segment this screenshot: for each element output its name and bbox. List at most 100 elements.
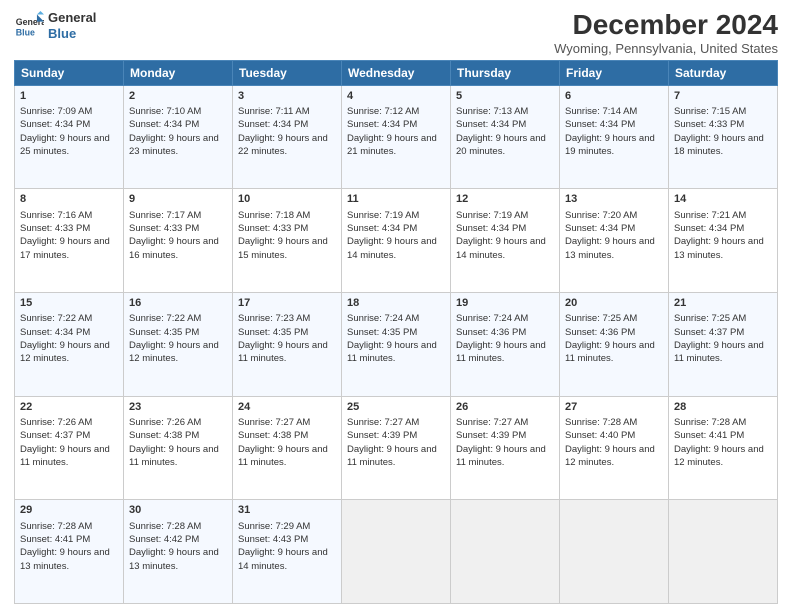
calendar-cell [560,500,669,604]
daylight: Daylight: 9 hours and 12 minutes. [129,340,219,364]
sunset: Sunset: 4:39 PM [456,430,526,441]
sunrise: Sunrise: 7:26 AM [20,417,92,428]
daylight: Daylight: 9 hours and 12 minutes. [674,444,764,468]
sunset: Sunset: 4:35 PM [129,327,199,338]
sunrise: Sunrise: 7:09 AM [20,106,92,117]
calendar-cell: 13Sunrise: 7:20 AMSunset: 4:34 PMDayligh… [560,189,669,293]
sunset: Sunset: 4:34 PM [129,119,199,130]
sunrise: Sunrise: 7:27 AM [238,417,310,428]
day-number: 20 [565,296,663,311]
day-number: 7 [674,89,772,104]
sunset: Sunset: 4:34 PM [565,119,635,130]
day-number: 27 [565,400,663,415]
main-title: December 2024 [554,10,778,41]
sunrise: Sunrise: 7:25 AM [674,313,746,324]
daylight: Daylight: 9 hours and 13 minutes. [565,236,655,260]
day-number: 26 [456,400,554,415]
day-number: 18 [347,296,445,311]
sunset: Sunset: 4:33 PM [674,119,744,130]
calendar-cell: 6 Sunrise: 7:14 AM Sunset: 4:34 PM Daylight… [560,85,669,189]
day-number: 13 [565,192,663,207]
sunset: Sunset: 4:36 PM [456,327,526,338]
calendar-cell: 23Sunrise: 7:26 AMSunset: 4:38 PMDayligh… [124,396,233,500]
sunrise: Sunrise: 7:10 AM [129,106,201,117]
logo-text-general: General [48,10,96,26]
day-number: 3 [238,89,336,104]
day-number: 6 [565,89,663,104]
daylight: Daylight: 9 hours and 15 minutes. [238,236,328,260]
sunrise: Sunrise: 7:29 AM [238,521,310,532]
sunrise: Sunrise: 7:22 AM [129,313,201,324]
daylight: Daylight: 9 hours and 25 minutes. [20,133,110,157]
sunrise: Sunrise: 7:28 AM [129,521,201,532]
day-number: 1 [20,89,118,104]
calendar-cell: 16Sunrise: 7:22 AMSunset: 4:35 PMDayligh… [124,293,233,397]
daylight: Daylight: 9 hours and 13 minutes. [20,547,110,571]
sunrise: Sunrise: 7:11 AM [238,106,310,117]
day-number: 8 [20,192,118,207]
sunrise: Sunrise: 7:24 AM [456,313,528,324]
daylight: Daylight: 9 hours and 17 minutes. [20,236,110,260]
daylight: Daylight: 9 hours and 14 minutes. [347,236,437,260]
sunset: Sunset: 4:35 PM [238,327,308,338]
calendar-cell: 29Sunrise: 7:28 AMSunset: 4:41 PMDayligh… [15,500,124,604]
sunrise: Sunrise: 7:23 AM [238,313,310,324]
daylight: Daylight: 9 hours and 21 minutes. [347,133,437,157]
sunset: Sunset: 4:34 PM [456,223,526,234]
calendar-cell: 14Sunrise: 7:21 AMSunset: 4:34 PMDayligh… [669,189,778,293]
calendar-cell: 31Sunrise: 7:29 AMSunset: 4:43 PMDayligh… [233,500,342,604]
sunset: Sunset: 4:36 PM [565,327,635,338]
header-monday: Monday [124,60,233,85]
header-saturday: Saturday [669,60,778,85]
sunrise: Sunrise: 7:27 AM [347,417,419,428]
day-number: 30 [129,503,227,518]
calendar-cell: 22Sunrise: 7:26 AMSunset: 4:37 PMDayligh… [15,396,124,500]
calendar-cell [342,500,451,604]
calendar-cell: 24Sunrise: 7:27 AMSunset: 4:38 PMDayligh… [233,396,342,500]
daylight: Daylight: 9 hours and 14 minutes. [238,547,328,571]
day-number: 23 [129,400,227,415]
calendar-cell: 5Sunrise: 7:13 AMSunset: 4:34 PMDaylight… [451,85,560,189]
calendar-cell: 8Sunrise: 7:16 AMSunset: 4:33 PMDaylight… [15,189,124,293]
daylight: Daylight: 9 hours and 23 minutes. [129,133,219,157]
daylight: Daylight: 9 hours and 11 minutes. [347,444,437,468]
day-number: 5 [456,89,554,104]
header-thursday: Thursday [451,60,560,85]
day-number: 9 [129,192,227,207]
calendar-week-row-3: 15Sunrise: 7:22 AMSunset: 4:34 PMDayligh… [15,293,778,397]
daylight: Daylight: 9 hours and 14 minutes. [456,236,546,260]
sunset: Sunset: 4:37 PM [20,430,90,441]
day-number: 24 [238,400,336,415]
calendar-week-row-5: 29Sunrise: 7:28 AMSunset: 4:41 PMDayligh… [15,500,778,604]
sunrise: Sunrise: 7:28 AM [674,417,746,428]
header-tuesday: Tuesday [233,60,342,85]
calendar-cell: 27Sunrise: 7:28 AMSunset: 4:40 PMDayligh… [560,396,669,500]
calendar-cell [669,500,778,604]
calendar-cell: 2Sunrise: 7:10 AMSunset: 4:34 PMDaylight… [124,85,233,189]
sunset: Sunset: 4:37 PM [674,327,744,338]
calendar-cell: 20 Sunrise: 7:25 AM Sunset: 4:36 PM Dayligh… [560,293,669,397]
sunrise: Sunrise: 7:17 AM [129,210,201,221]
calendar-cell: 1Sunrise: 7:09 AMSunset: 4:34 PMDaylight… [15,85,124,189]
header-sunday: Sunday [15,60,124,85]
logo-text-blue: Blue [48,26,96,42]
sunrise: Sunrise: 7:25 AM [565,313,637,324]
sunset: Sunset: 4:33 PM [238,223,308,234]
day-number: 4 [347,89,445,104]
calendar-cell: 26Sunrise: 7:27 AMSunset: 4:39 PMDayligh… [451,396,560,500]
daylight: Daylight: 9 hours and 18 minutes. [674,133,764,157]
day-number: 28 [674,400,772,415]
sunset: Sunset: 4:33 PM [129,223,199,234]
daylight: Daylight: 9 hours and 19 minutes. [565,133,655,157]
sunset: Sunset: 4:34 PM [347,119,417,130]
sunrise: Sunrise: 7:12 AM [347,106,419,117]
day-number: 21 [674,296,772,311]
daylight: Daylight: 9 hours and 11 minutes. [565,340,655,364]
calendar-cell: 9Sunrise: 7:17 AMSunset: 4:33 PMDaylight… [124,189,233,293]
day-number: 15 [20,296,118,311]
sunrise: Sunrise: 7:14 AM [565,106,637,117]
sunrise: Sunrise: 7:27 AM [456,417,528,428]
sunset: Sunset: 4:35 PM [347,327,417,338]
daylight: Daylight: 9 hours and 13 minutes. [129,547,219,571]
calendar-cell: 17Sunrise: 7:23 AMSunset: 4:35 PMDayligh… [233,293,342,397]
